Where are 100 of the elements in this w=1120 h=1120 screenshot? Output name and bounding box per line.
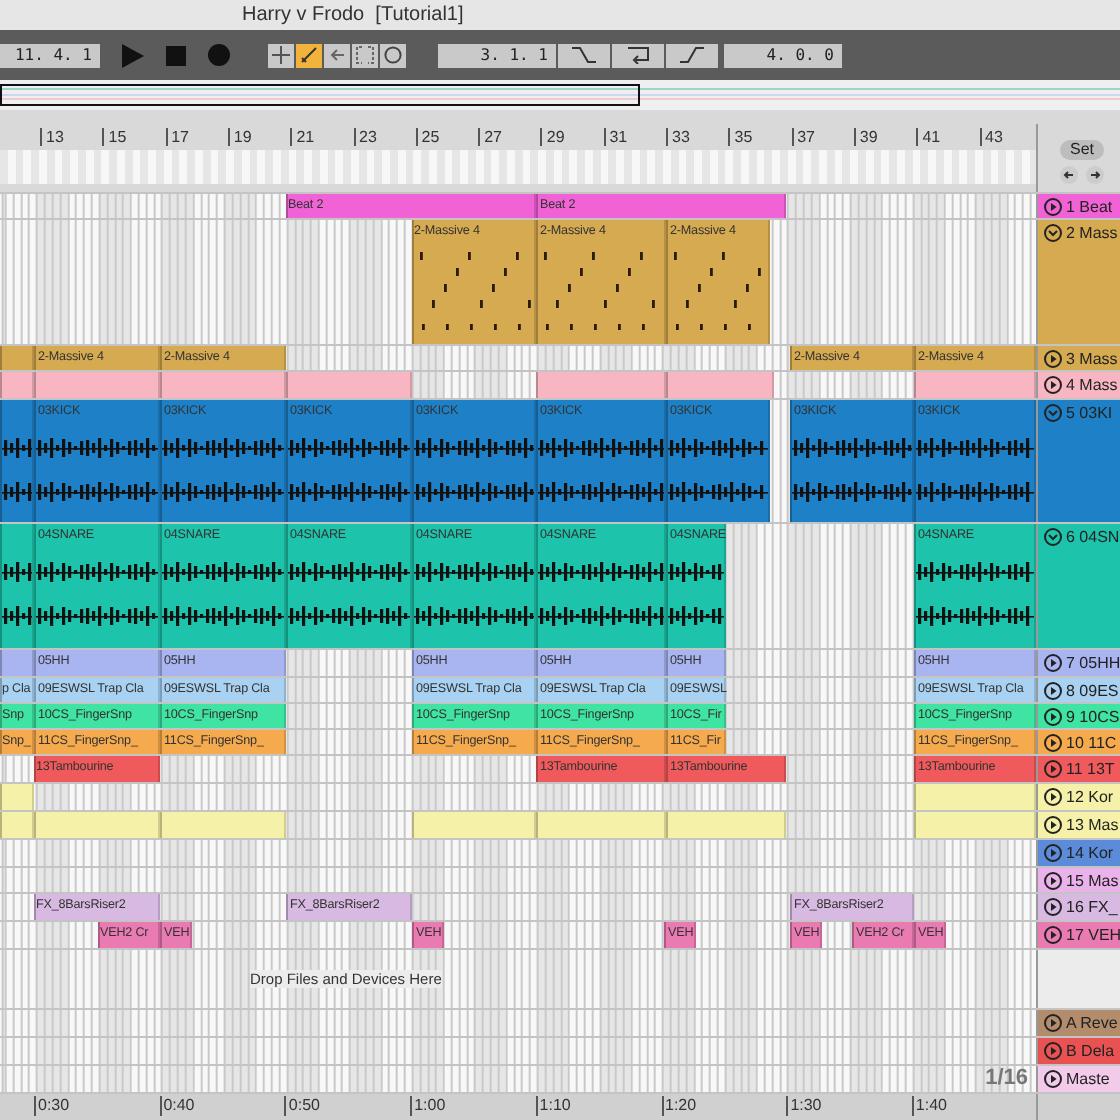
track-header[interactable]: B Dela <box>1036 1038 1120 1064</box>
loop-icon <box>626 46 650 64</box>
track-name: 6 04SN <box>1066 528 1120 546</box>
track-header[interactable]: 17 VEH <box>1036 922 1120 948</box>
chevron-down-icon[interactable] <box>1044 224 1062 242</box>
position-field[interactable]: 11. 4. 1 <box>0 43 100 67</box>
time-label: 1:10 <box>535 1096 571 1116</box>
plus-icon <box>272 46 290 64</box>
chevron-down-icon[interactable] <box>1044 528 1062 546</box>
clip[interactable] <box>914 812 1036 838</box>
bar-number: 19 <box>227 128 252 146</box>
grid-setting[interactable]: 1/16 <box>985 1066 1028 1092</box>
clip[interactable] <box>412 812 536 838</box>
play-icon[interactable] <box>1044 734 1062 752</box>
clip[interactable] <box>536 812 666 838</box>
track-name: 2 Mass <box>1066 224 1118 242</box>
left-arrow-icon[interactable] <box>1060 166 1078 184</box>
bar-number: 29 <box>540 128 565 146</box>
clip[interactable] <box>914 784 1036 810</box>
track-header[interactable]: Maste <box>1036 1066 1120 1092</box>
ramp-button[interactable] <box>666 43 718 67</box>
clip[interactable] <box>0 524 34 648</box>
play-icon[interactable] <box>1044 926 1062 944</box>
draw-tool-button[interactable] <box>296 43 322 67</box>
track-header[interactable]: 8 09ES <box>1036 678 1120 702</box>
ramp-icon <box>680 46 704 64</box>
time-label: 1:00 <box>410 1096 446 1116</box>
clip[interactable] <box>536 372 666 398</box>
bar-number: 31 <box>603 128 628 146</box>
chevron-down-icon[interactable] <box>1044 404 1062 422</box>
clip[interactable] <box>914 372 1036 398</box>
back-tool-button[interactable] <box>324 43 350 67</box>
right-arrow-icon[interactable] <box>1086 166 1104 184</box>
overview-strip[interactable] <box>0 80 1120 110</box>
clip[interactable] <box>160 812 286 838</box>
track-header[interactable]: 9 10CS <box>1036 704 1120 728</box>
play-icon[interactable] <box>1044 1070 1062 1088</box>
crop-tool-button[interactable] <box>352 43 378 67</box>
clip[interactable] <box>0 372 34 398</box>
track-header[interactable]: 12 Kor <box>1036 784 1120 810</box>
play-icon[interactable] <box>1044 816 1062 834</box>
track-header[interactable]: 6 04SN <box>1036 524 1120 648</box>
stop-icon[interactable] <box>166 45 186 65</box>
track-name: Maste <box>1066 1070 1110 1088</box>
clip[interactable] <box>34 812 160 838</box>
track-header[interactable]: 14 Kor <box>1036 840 1120 866</box>
time-ruler[interactable]: 0:30 0:40 0:50 1:00 1:10 1:20 1:30 1:40 <box>0 1094 1036 1120</box>
track-header[interactable]: 13 Mas <box>1036 812 1120 838</box>
play-icon[interactable] <box>1044 708 1062 726</box>
bar-number: 43 <box>979 128 1003 146</box>
track-header[interactable]: 7 05HH <box>1036 650 1120 676</box>
track-name: 3 Mass <box>1066 350 1118 368</box>
clip[interactable] <box>160 372 286 398</box>
time-label: 1:30 <box>786 1096 822 1116</box>
track-header[interactable]: 11 13T <box>1036 756 1120 782</box>
plus-tool-button[interactable] <box>268 43 294 67</box>
play-icon[interactable] <box>1044 350 1062 368</box>
clip[interactable] <box>666 372 774 398</box>
track-header[interactable]: 3 Mass <box>1036 346 1120 370</box>
track-header[interactable]: 1 Beat <box>1036 194 1120 218</box>
track-name: 4 Mass <box>1066 376 1118 394</box>
track-header[interactable]: 5 03KI <box>1036 400 1120 522</box>
track-header[interactable]: 4 Mass <box>1036 372 1120 398</box>
track-header[interactable]: 15 Mas <box>1036 868 1120 892</box>
track-header[interactable]: 16 FX_ <box>1036 894 1120 920</box>
record-icon[interactable] <box>208 44 230 66</box>
loop-length-field[interactable]: 4. 0. 0 <box>724 43 842 67</box>
fade-button[interactable] <box>558 43 610 67</box>
clip[interactable] <box>0 346 34 370</box>
play-icon[interactable] <box>1044 682 1062 700</box>
circle-tool-button[interactable] <box>380 43 406 67</box>
track-name: 17 VEH <box>1066 926 1120 944</box>
bar-number: 23 <box>353 128 377 146</box>
clip[interactable] <box>0 812 34 838</box>
track-name: 10 11C <box>1066 734 1117 752</box>
play-icon[interactable] <box>1044 654 1062 672</box>
play-icon[interactable] <box>1044 872 1062 890</box>
clip[interactable] <box>0 784 34 810</box>
bar-number: 21 <box>290 128 315 146</box>
punch-button[interactable] <box>612 43 664 67</box>
track-name: 13 Mas <box>1066 816 1119 834</box>
clip[interactable] <box>34 372 160 398</box>
track-header[interactable]: 10 11C <box>1036 730 1120 754</box>
track-header[interactable]: A Reve <box>1036 1010 1120 1036</box>
track-name: 14 Kor <box>1066 844 1114 862</box>
clip[interactable] <box>0 400 34 522</box>
clip[interactable] <box>666 812 786 838</box>
clip[interactable] <box>286 372 412 398</box>
play-icon[interactable] <box>1044 898 1062 916</box>
loop-start-field[interactable]: 3. 1. 1 <box>438 43 556 67</box>
set-button[interactable]: Set <box>1059 140 1104 160</box>
track-header[interactable]: 2 Mass <box>1036 220 1120 344</box>
play-icon[interactable] <box>1044 198 1062 216</box>
track-name: A Reve <box>1066 1014 1118 1032</box>
play-icon[interactable] <box>1044 376 1062 394</box>
clip[interactable] <box>0 650 34 676</box>
window-title: Harry v Frodo [Tutorial1] <box>242 4 464 26</box>
time-label: 1:20 <box>661 1096 697 1116</box>
play-icon[interactable] <box>1044 788 1062 806</box>
track-name: 15 Mas <box>1066 872 1119 890</box>
